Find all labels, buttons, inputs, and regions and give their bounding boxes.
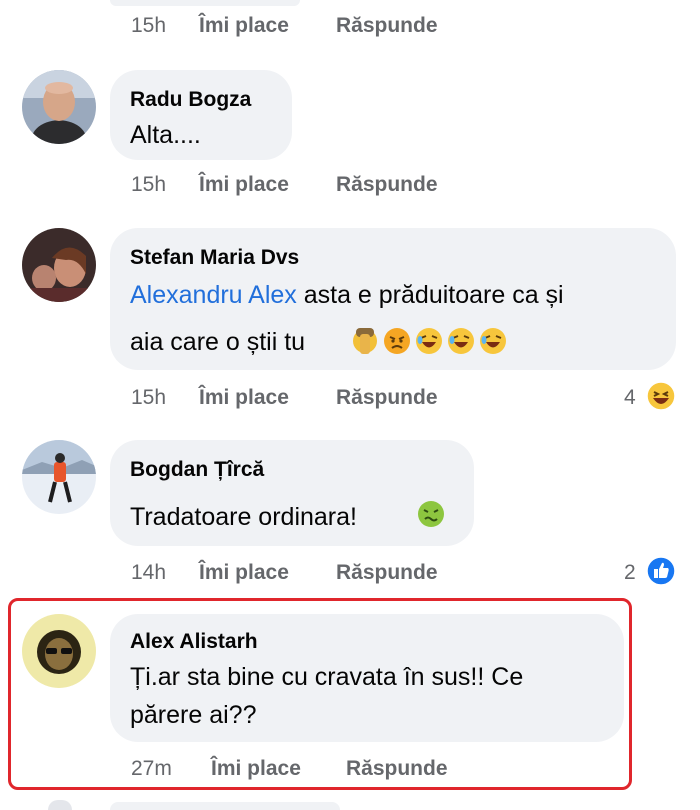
reply-button[interactable]: Răspunde	[336, 14, 438, 38]
reaction-count[interactable]: 2	[624, 561, 636, 585]
comment-author[interactable]: Radu Bogza	[130, 88, 251, 112]
comment-text-line: asta e prăduitoare ca și	[296, 281, 564, 309]
like-button[interactable]: Îmi place	[199, 386, 289, 410]
comment-bubble: Stefan Maria Dvs Alexandru Alex asta e p…	[110, 228, 676, 370]
nauseated-emoji	[418, 501, 444, 527]
comment-author[interactable]: Alex Alistarh	[130, 630, 258, 654]
comment-time: 15h	[131, 386, 167, 409]
like-button[interactable]: Îmi place	[211, 757, 301, 781]
comment-bubble	[110, 0, 300, 6]
rofl-emoji	[480, 328, 506, 354]
mention-link[interactable]: Alexandru Alex	[130, 281, 297, 309]
comment-time: 15h	[131, 14, 167, 37]
comment-time: 14h	[131, 561, 167, 584]
comment-bubble: Alex Alistarh Ți.ar sta bine cu cravata …	[110, 614, 624, 742]
angry-emoji	[384, 328, 410, 354]
avatar[interactable]	[22, 228, 96, 302]
like-button[interactable]: Îmi place	[199, 14, 289, 38]
next-comment-avatar	[48, 800, 72, 810]
laugh-reaction-icon[interactable]	[646, 381, 676, 411]
avatar[interactable]	[22, 614, 96, 688]
avatar[interactable]	[22, 70, 96, 144]
comment-text: Alta....	[130, 121, 201, 149]
like-reaction-icon[interactable]	[646, 556, 676, 586]
comment-author[interactable]: Bogdan Țîrcă	[130, 458, 264, 482]
next-comment-bubble	[110, 802, 340, 810]
comment-time: 15h	[131, 173, 167, 196]
like-button[interactable]: Îmi place	[199, 173, 289, 197]
comment-bubble: Radu Bogza Alta....	[110, 70, 292, 160]
avatar[interactable]	[22, 440, 96, 514]
comment-bubble: Bogdan Țîrcă Tradatoare ordinara!	[110, 440, 474, 546]
reply-button[interactable]: Răspunde	[336, 386, 438, 410]
comment-time: 27m	[131, 757, 172, 780]
comment-author[interactable]: Stefan Maria Dvs	[130, 246, 299, 270]
comment-text-line: Ți.ar sta bine cu cravata în sus!! Ce	[130, 663, 524, 691]
comment-text: Alexandru Alex asta e prăduitoare ca și	[130, 276, 564, 314]
rofl-emoji	[416, 328, 442, 354]
emoji-row	[350, 326, 508, 356]
rofl-emoji	[448, 328, 474, 354]
comment-text: Tradatoare ordinara!	[130, 503, 357, 531]
reply-button[interactable]: Răspunde	[346, 757, 448, 781]
reply-button[interactable]: Răspunde	[336, 173, 438, 197]
like-button[interactable]: Îmi place	[199, 561, 289, 585]
reply-button[interactable]: Răspunde	[336, 561, 438, 585]
facepalm-emoji	[353, 328, 377, 354]
reaction-count[interactable]: 4	[624, 386, 636, 410]
comment-text-line: părere ai??	[130, 701, 257, 729]
comment-text-line: aia care o știi tu	[130, 328, 306, 356]
